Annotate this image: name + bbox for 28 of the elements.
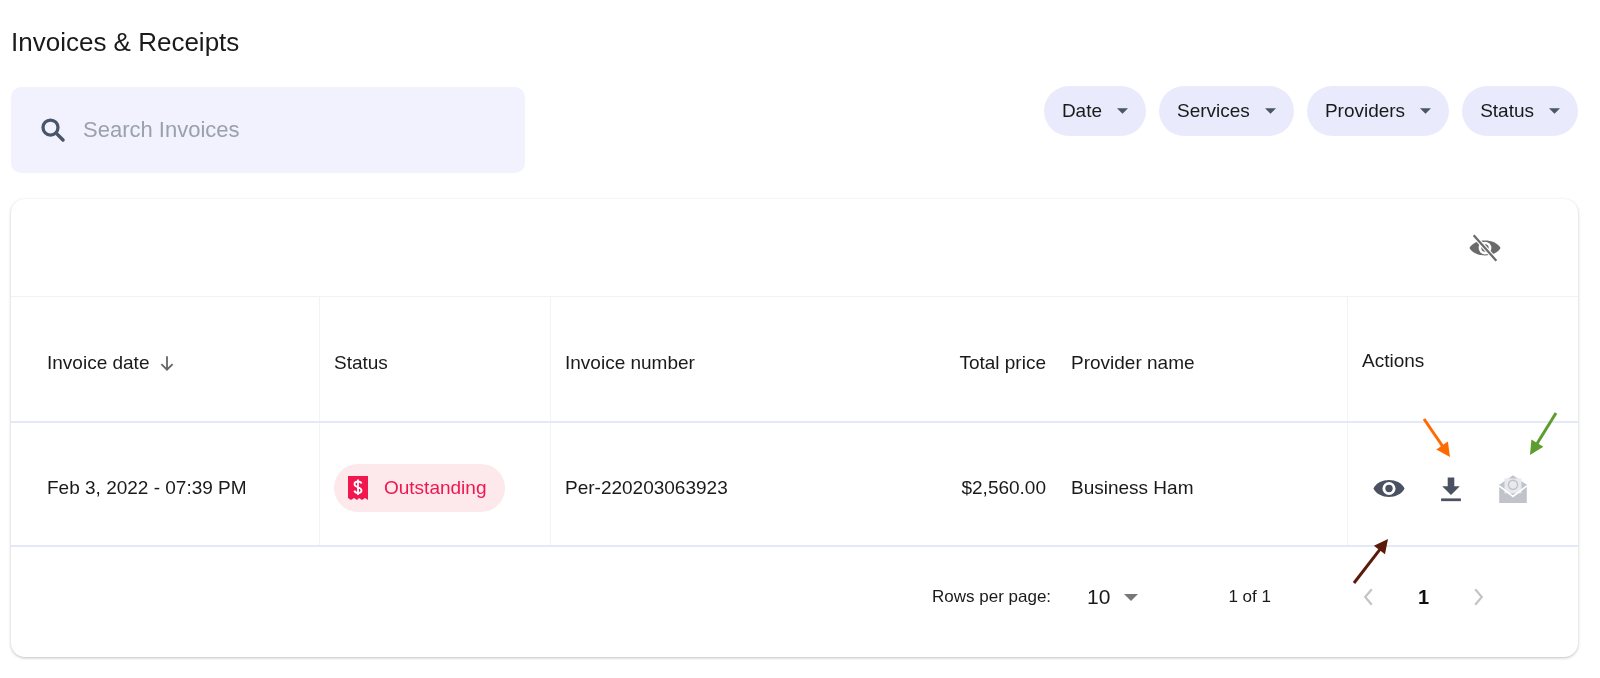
column-header[interactable]: Status xyxy=(334,352,388,374)
filter-dropdown[interactable]: Date xyxy=(1043,86,1146,136)
caret-icon xyxy=(1124,593,1139,601)
column-header[interactable]: Actions xyxy=(1362,350,1425,372)
page-number[interactable]: 1 xyxy=(1418,585,1430,609)
page-title: Invoices & Receipts xyxy=(11,26,241,59)
caret-icon xyxy=(1117,108,1128,114)
receipt-dollar-icon xyxy=(348,476,368,500)
table-cell: Per-220203063923 xyxy=(565,477,728,499)
column-header[interactable]: Provider name xyxy=(1071,352,1195,374)
status-badge: Outstanding xyxy=(334,464,506,512)
table-cell: Business Ham xyxy=(1071,477,1194,499)
page-range: 1 of 1 xyxy=(1228,587,1271,607)
filter-dropdown[interactable]: Providers xyxy=(1306,86,1450,136)
caret-icon xyxy=(1264,108,1276,114)
column-header[interactable]: Invoice number xyxy=(565,352,695,374)
filter-dropdown[interactable]: Status xyxy=(1462,86,1578,136)
table-cell: Feb 3, 2022 - 07:39 PM xyxy=(47,477,247,499)
table-cell: $2,560.00 xyxy=(961,477,1046,499)
column-header[interactable]: Invoice date xyxy=(47,352,177,374)
rows-per-page-label: Rows per page: xyxy=(932,587,1052,607)
search-icon xyxy=(38,115,68,145)
filter-dropdown[interactable]: Services xyxy=(1159,86,1294,136)
caret-icon xyxy=(1420,108,1432,114)
caret-icon xyxy=(1549,108,1560,114)
rows-per-page-select[interactable]: 10 xyxy=(1087,585,1139,609)
column-header[interactable]: Total price xyxy=(959,352,1046,374)
search-field[interactable]: Search Invoices xyxy=(11,87,525,173)
